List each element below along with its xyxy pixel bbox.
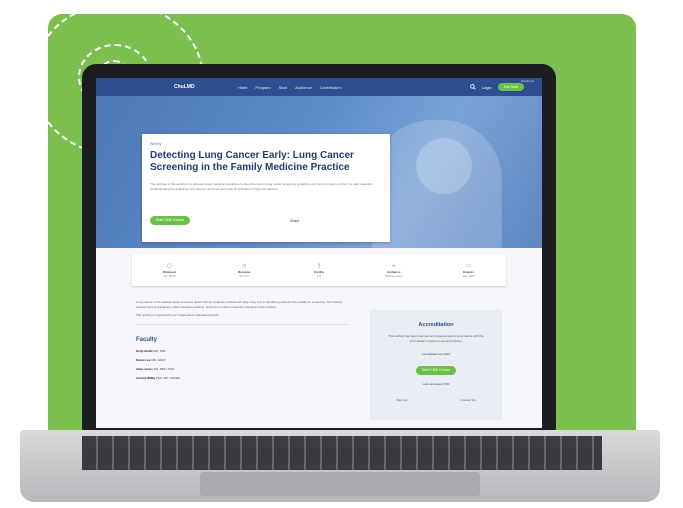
- clock-icon: ◷: [242, 262, 247, 269]
- accreditation-panel: Accreditation This activity has been pla…: [370, 310, 502, 420]
- contact-link[interactable]: Contact Us: [461, 398, 476, 402]
- stethoscope-icon: ∞: [391, 262, 396, 269]
- stat-value: 1.0: [316, 273, 322, 278]
- accreditation-text: This activity has been planned and imple…: [388, 334, 484, 343]
- accreditation-start-button[interactable]: Start CME Course: [416, 366, 456, 375]
- sign-up-link[interactable]: Sign Up: [397, 398, 408, 402]
- faculty-item: Allen Jones DO, MPH, PhD: [136, 367, 348, 371]
- divider: [136, 323, 348, 325]
- laptop-keyboard: [82, 436, 602, 470]
- faculty-credentials: MD, FACP: [151, 357, 166, 362]
- intro-paragraph: Lung cancer is the leading cause of canc…: [136, 300, 343, 309]
- faculty-name: Karen Lee: [136, 357, 151, 362]
- article-description: The purpose of this activity is to educa…: [150, 182, 374, 191]
- faculty-heading: Faculty: [136, 336, 158, 343]
- stats-bar: ▢ Released Jan 2023 ◷ Duration 60 min ▯ …: [132, 254, 506, 286]
- login-link[interactable]: Login: [482, 85, 492, 90]
- faculty-credentials: PhD, RD, CDCES: [156, 375, 181, 380]
- nav-right: Login Join Now: [469, 83, 524, 91]
- expire-icon: ▭: [466, 262, 471, 269]
- stat-value: 60 min: [239, 273, 249, 278]
- nav-link[interactable]: Audience: [295, 85, 312, 90]
- support-note: This activity is supported by an indepen…: [136, 313, 220, 317]
- share-link[interactable]: Share: [290, 219, 299, 223]
- faculty-item: Karen Lee MD, FACP: [136, 358, 348, 362]
- stat-item: ▭ Expires Jan 2025: [444, 263, 494, 278]
- join-button[interactable]: Join Now: [497, 83, 524, 91]
- top-navbar: Facebook ChuLMD Hotel Program Start Audi…: [96, 78, 542, 96]
- stat-item: ▯ Credits 1.0: [294, 263, 344, 278]
- nav-links: Hotel Program Start Audience Contributor…: [238, 85, 342, 90]
- nav-link[interactable]: Contributors: [320, 85, 342, 90]
- nav-link[interactable]: Hotel: [238, 85, 247, 90]
- laptop-screen: Facebook ChuLMD Hotel Program Start Audi…: [96, 78, 542, 428]
- accreditation-title: Accreditation: [418, 322, 454, 328]
- faculty-item: Kenji Smith MD, PhD: [136, 349, 348, 353]
- stat-item: ∞ Audience Primary Care: [369, 263, 419, 278]
- nav-link[interactable]: Program: [255, 85, 270, 90]
- article-body: Lung cancer is the leading cause of canc…: [136, 300, 348, 385]
- accreditation-expiration: Last Edited Jan 2024: [421, 352, 451, 356]
- stat-item: ▢ Released Jan 2023: [144, 263, 194, 278]
- stat-value: Jan 2023: [163, 273, 176, 278]
- nav-link[interactable]: Start: [279, 85, 287, 90]
- faculty-credentials: DO, MPH, PhD: [153, 366, 175, 371]
- faculty-item: Andrea Willig PhD, RD, CDCES: [136, 376, 348, 380]
- stat-value: Primary Care: [384, 273, 403, 278]
- stat-value: Jan 2025: [462, 273, 475, 278]
- certificate-icon: ▯: [317, 262, 321, 269]
- article-card: Weekly Detecting Lung Cancer Early: Lung…: [142, 134, 390, 242]
- faculty-credentials: MD, PhD: [153, 348, 166, 353]
- calendar-icon: ▢: [167, 262, 172, 269]
- hero-photo-head: [416, 138, 472, 194]
- laptop-trackpad: [200, 472, 480, 496]
- site-logo[interactable]: ChuLMD: [174, 84, 195, 90]
- article-title: Detecting Lung Cancer Early: Lung Cancer…: [150, 150, 354, 173]
- accreditation-credits: Last accessed 1700: [422, 382, 450, 386]
- stat-item: ◷ Duration 60 min: [219, 263, 269, 278]
- faculty-name: Kenji Smith: [136, 348, 153, 353]
- accreditation-links: Sign Up Contact Us: [370, 398, 502, 402]
- faculty-name: Andrea Willig: [136, 375, 156, 380]
- faculty-name: Allen Jones: [136, 366, 153, 371]
- start-course-button[interactable]: Start CME Course: [150, 216, 190, 225]
- search-icon[interactable]: [469, 83, 476, 91]
- article-kicker: Weekly: [150, 142, 162, 146]
